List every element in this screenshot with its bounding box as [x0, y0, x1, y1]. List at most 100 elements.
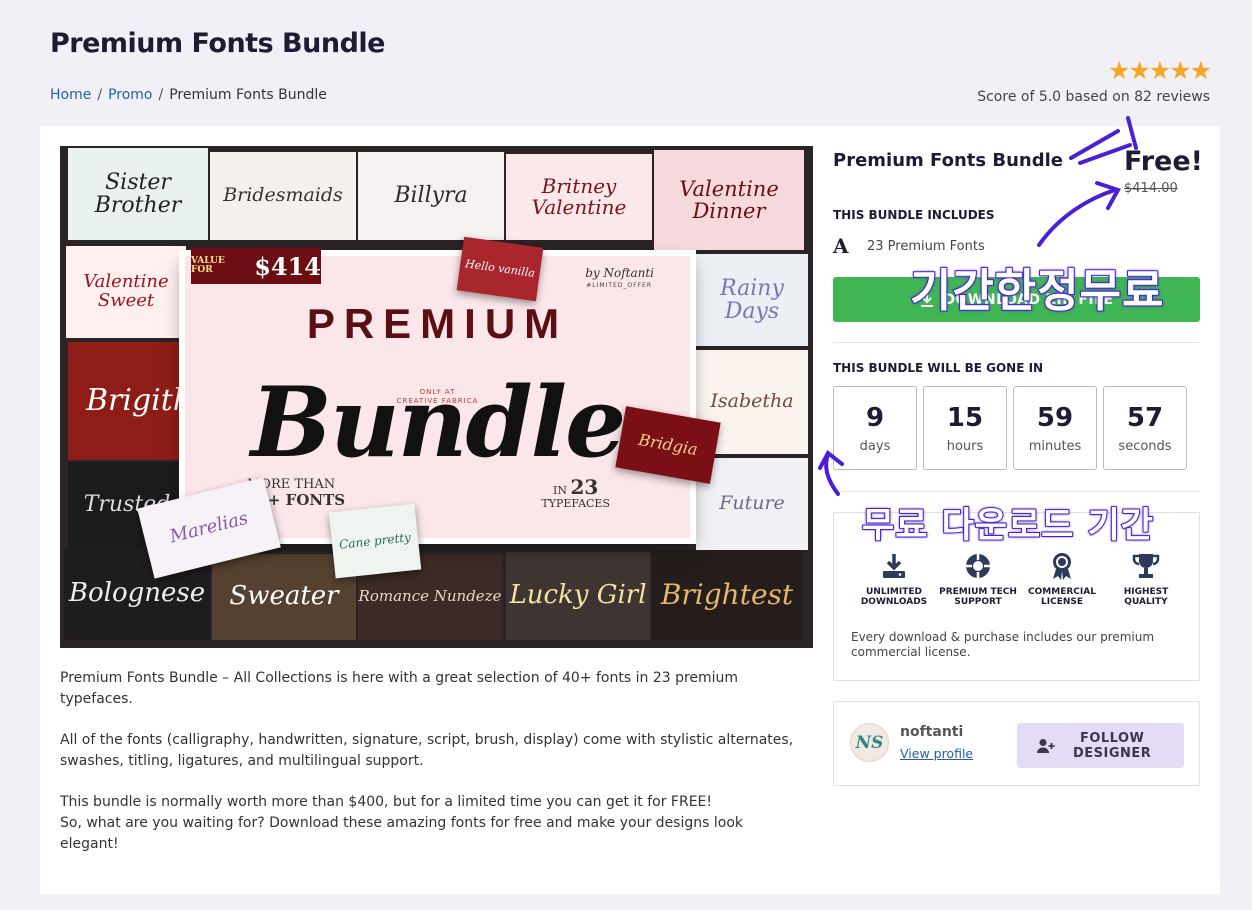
award-ribbon-icon: [1053, 553, 1071, 580]
follow-designer-label: FOLLOW DESIGNER: [1073, 731, 1151, 761]
license-note: Every download & purchase includes our p…: [851, 630, 1155, 659]
font-tile: Bridesmaids: [210, 152, 356, 240]
font-tile-name: Sister Brother: [94, 169, 182, 218]
font-tile: Billyra: [358, 152, 504, 240]
value-amount: $414: [254, 251, 321, 281]
breadcrumb-separator: /: [158, 87, 164, 103]
breadcrumb-home-link[interactable]: Home: [50, 87, 91, 103]
font-tile-name: Sweater: [229, 581, 339, 612]
countdown-seconds: 57 seconds: [1103, 386, 1187, 470]
board-typeface-count: IN 23 TYPEFACES: [541, 476, 610, 510]
lifebuoy-icon: [966, 554, 990, 578]
view-profile-link[interactable]: View profile: [900, 746, 973, 761]
font-tile: Lucky Girl: [506, 552, 650, 640]
countdown-hours-value: 15: [946, 403, 984, 433]
font-tile: Cane pretty: [328, 503, 422, 579]
font-tile: Britney Valentine: [506, 154, 652, 240]
follow-label-line: FOLLOW: [1079, 730, 1145, 746]
countdown-minutes: 59 minutes: [1013, 386, 1097, 470]
feature-highest-quality: HIGHEST QUALITY: [1104, 551, 1188, 607]
designer-box: NS noftanti View profile FOLLOW DESIGNER: [833, 701, 1200, 786]
countdown-days-value: 9: [865, 403, 885, 433]
trophy-icon: [1132, 554, 1160, 578]
font-tile: Brightest: [652, 550, 802, 640]
countdown-minutes-value: 59: [1036, 403, 1074, 433]
board-designer-credit: by Noftanti: [585, 266, 654, 280]
board-only-at: ONLY AT CREATIVE FABRICA: [185, 388, 690, 406]
font-icon: A: [833, 234, 849, 258]
follow-designer-button[interactable]: FOLLOW DESIGNER: [1017, 723, 1184, 768]
add-user-icon: [1037, 738, 1055, 753]
value-badge: VALUE FOR $414: [191, 248, 321, 284]
feature-label: PREMIUM TECH SUPPORT: [936, 587, 1020, 607]
page-title: Premium Fonts Bundle: [50, 28, 385, 59]
font-tile-name: Rainy Days: [720, 275, 784, 324]
feature-premium-support: PREMIUM TECH SUPPORT: [936, 551, 1020, 607]
countdown-hours-label: hours: [946, 439, 984, 454]
countdown-days: 9 days: [833, 386, 917, 470]
bundle-preview-image: Sister Brother Bridesmaids Billyra Britn…: [60, 146, 813, 648]
annotation-free-limited: 기간한정무료: [909, 263, 1165, 318]
font-tile-name: Bolognese: [68, 578, 206, 609]
description-paragraph: All of the fonts (calligraphy, handwritt…: [60, 732, 794, 769]
price-original: $414.00: [1124, 181, 1178, 196]
value-for-label: VALUE FOR: [191, 256, 225, 275]
price-free: Free!: [1124, 146, 1203, 177]
feature-label-line: HIGHEST: [1123, 587, 1169, 597]
breadcrumb: Home / Promo / Premium Fonts Bundle: [50, 87, 327, 103]
price: Free! $414.00: [1124, 146, 1203, 196]
feature-unlimited-downloads: UNLIMITED DOWNLOADS: [852, 551, 936, 607]
board-premium-title: PREMIUM: [306, 300, 569, 347]
download-tray-icon: [883, 554, 905, 578]
countdown-timer: 9 days 15 hours 59 minutes 57 seconds: [833, 386, 1187, 470]
breadcrumb-separator: /: [97, 87, 103, 103]
font-tile: Rainy Days: [696, 254, 808, 346]
font-tile-name: Lucky Girl: [509, 580, 647, 611]
font-tile: Valentine Dinner: [654, 150, 804, 250]
board-creative-fabrica-label: CREATIVE FABRICA: [396, 397, 479, 406]
breadcrumb-current: Premium Fonts Bundle: [169, 87, 327, 103]
includes-heading: THIS BUNDLE INCLUDES: [833, 208, 995, 222]
board-only-at-label: ONLY AT: [419, 388, 456, 396]
feature-label-line: SUPPORT: [954, 597, 1002, 607]
feature-label-line: LICENSE: [1041, 597, 1083, 607]
feature-label: COMMERCIAL LICENSE: [1020, 587, 1104, 607]
avatar[interactable]: NS: [850, 723, 889, 762]
feature-label-line: UNLIMITED: [866, 587, 922, 597]
sidebar-title: Premium Fonts Bundle: [833, 150, 1063, 171]
breadcrumb-promo-link[interactable]: Promo: [108, 87, 152, 103]
feature-label: HIGHEST QUALITY: [1104, 587, 1188, 607]
description-paragraph: Premium Fonts Bundle – All Collections i…: [60, 670, 739, 707]
annotation-free-download-period: 무료 다운로드 기간: [861, 505, 1154, 547]
font-tile-name: Billyra: [394, 183, 468, 209]
feature-label-line: COMMERCIAL: [1028, 587, 1096, 597]
board-in-label: IN: [553, 484, 567, 497]
font-tile-name: Cane pretty: [338, 529, 412, 552]
countdown-seconds-value: 57: [1126, 403, 1164, 433]
board-typefaces-label: TYPEFACES: [541, 497, 610, 510]
description-paragraph: This bundle is normally worth more than …: [60, 794, 713, 810]
star-rating-icon: ★★★★★: [1107, 56, 1212, 85]
board-bundle-script: Bundle: [250, 366, 626, 479]
countdown-heading: THIS BUNDLE WILL BE GONE IN: [833, 361, 1044, 375]
font-tile: Valentine Sweet: [66, 246, 186, 338]
board-offer-tag: #LIMITED_OFFER: [586, 282, 652, 289]
follow-label-line: DESIGNER: [1073, 745, 1152, 761]
bundle-description: Premium Fonts Bundle – All Collections i…: [60, 668, 800, 875]
font-tile-name: Future: [719, 492, 785, 515]
font-tile-name: Isabetha: [710, 390, 794, 413]
feature-commercial-license: COMMERCIAL LICENSE: [1020, 551, 1104, 607]
rating-text: Score of 5.0 based on 82 reviews: [977, 89, 1210, 105]
countdown-seconds-label: seconds: [1118, 439, 1172, 454]
includes-item-label: 23 Premium Fonts: [867, 238, 985, 254]
designer-name[interactable]: noftanti: [900, 724, 963, 740]
feature-label-line: PREMIUM TECH: [939, 587, 1017, 597]
font-tile-name: Brightest: [660, 578, 794, 612]
countdown-days-label: days: [859, 439, 891, 454]
font-tile-name: Britney Valentine: [531, 174, 627, 219]
description-paragraph: So, what are you waiting for? Download t…: [60, 815, 743, 852]
font-tile-name: Valentine Dinner: [679, 176, 779, 223]
divider: [833, 491, 1200, 492]
font-tile: Hello vanilla: [456, 236, 544, 302]
font-tile-name: Bridgia: [637, 429, 700, 459]
